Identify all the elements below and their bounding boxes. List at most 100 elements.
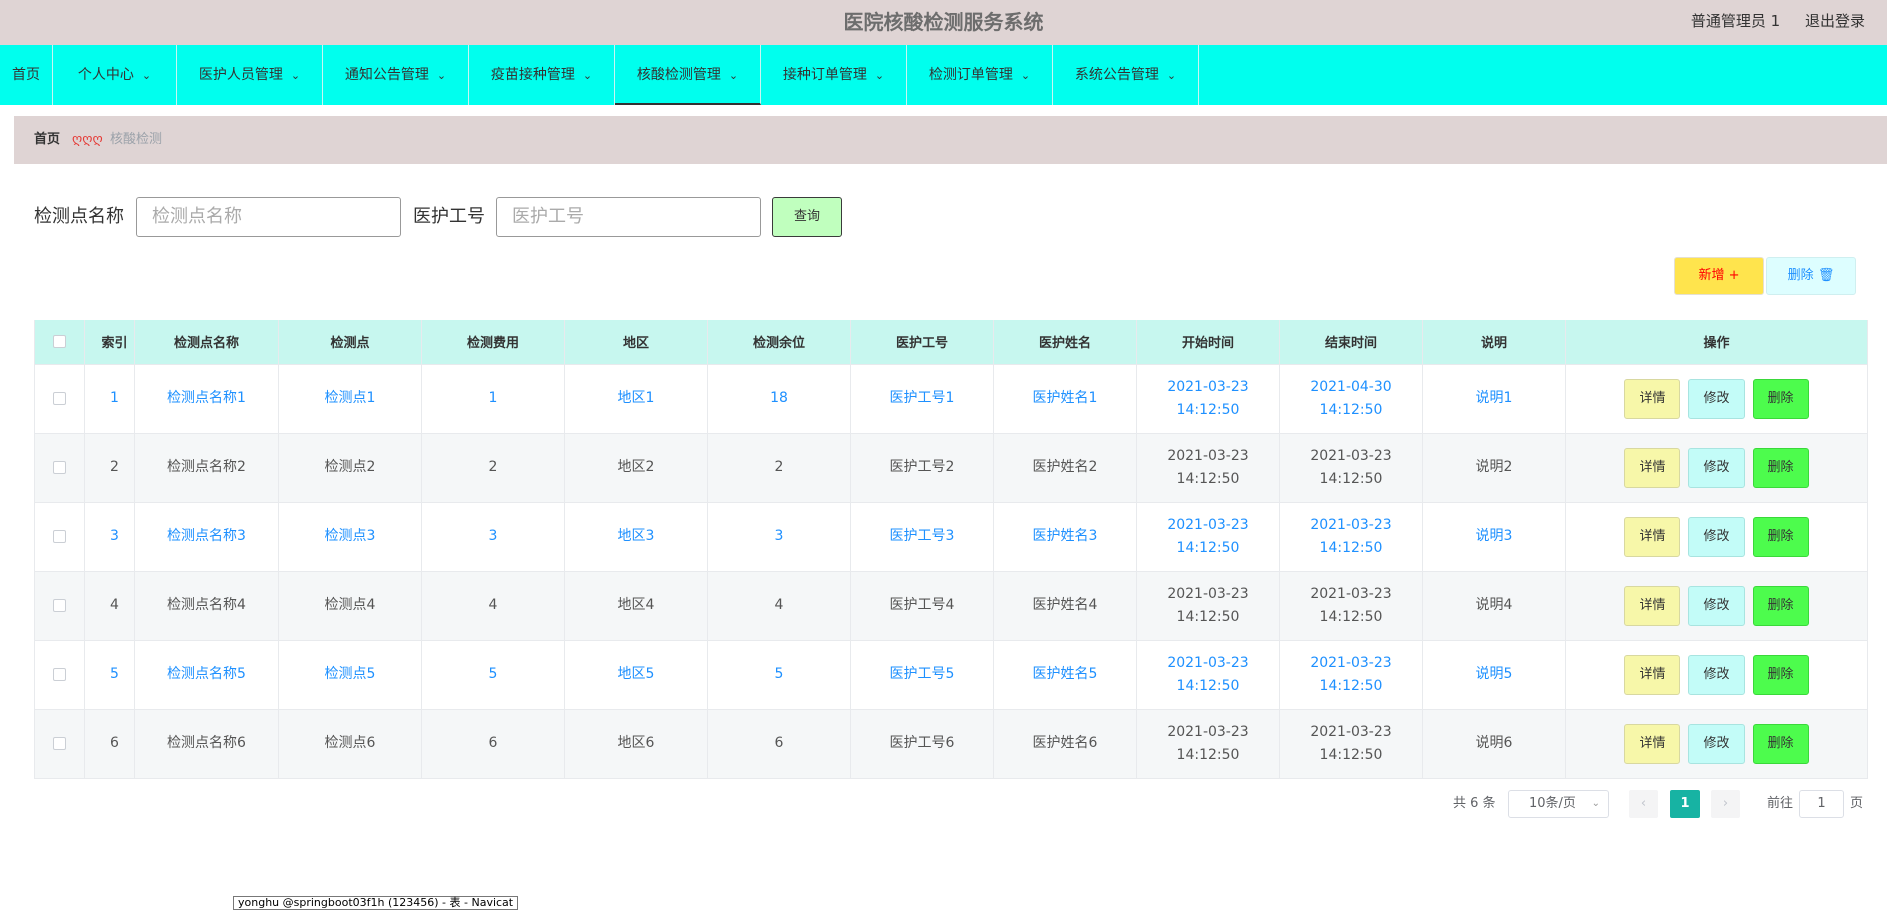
cell-staff-name: 医护姓名3 xyxy=(993,502,1137,572)
test-point-name-input[interactable]: 检测点名称 xyxy=(136,197,401,237)
delete-button[interactable]: 删除 xyxy=(1752,447,1809,488)
row-checkbox[interactable] xyxy=(34,433,85,503)
plus-icon: + xyxy=(1728,268,1740,283)
column-header: 操作 xyxy=(1565,320,1868,365)
column-header: 检测点 xyxy=(278,320,422,365)
chevron-left-icon: ‹ xyxy=(1640,796,1647,811)
cell-name: 检测点名称1 xyxy=(134,364,279,434)
checkbox-icon xyxy=(53,529,66,543)
table-row[interactable]: 4 检测点名称4 检测点4 4 地区4 4 医护工号4 医护姓名4 2021-03-23 14:… xyxy=(34,571,1868,641)
nav-item-system-notices[interactable]: 系统公告管理 ⌄ xyxy=(1053,45,1199,105)
nav-item-nucleic-test[interactable]: 核酸检测管理 ⌄ xyxy=(615,45,761,105)
row-checkbox[interactable] xyxy=(34,364,85,434)
prev-page-button[interactable]: ‹ xyxy=(1629,790,1658,818)
checkbox-icon xyxy=(53,460,66,474)
breadcrumb: 首页 ღღღ 核酸检测 xyxy=(14,116,1887,164)
row-checkbox[interactable] xyxy=(34,502,85,572)
row-checkbox[interactable] xyxy=(34,571,85,641)
table-row[interactable]: 5 检测点名称5 检测点5 5 地区5 5 医护工号5 医护姓名5 2021-03-23 14:… xyxy=(34,640,1868,710)
cell-staff-no: 医护工号4 xyxy=(850,571,994,641)
staff-number-label: 医护工号 xyxy=(413,206,485,227)
table-row[interactable]: 1 检测点名称1 检测点1 1 地区1 18 医护工号1 医护姓名1 2021-03-23 14… xyxy=(34,364,1868,434)
goto-page-input[interactable]: 1 xyxy=(1799,790,1844,818)
table-header-row: 索引 检测点名称 检测点 检测费用 地区 检测余位 医护工号 医护姓名 开始时间… xyxy=(34,320,1868,365)
edit-button[interactable]: 修改 xyxy=(1688,516,1745,557)
goto-unit-label: 页 xyxy=(1850,796,1864,811)
top-header: 医院核酸检测服务系统 普通管理员 1 退出登录 xyxy=(0,0,1887,45)
delete-button[interactable]: 删除 xyxy=(1752,723,1809,764)
cell-end: 2021-03-23 14:12:50 xyxy=(1279,571,1423,641)
cell-name: 检测点名称2 xyxy=(134,433,279,503)
next-page-button[interactable]: › xyxy=(1711,790,1740,818)
detail-button[interactable]: 详情 xyxy=(1624,447,1681,488)
cell-note: 说明1 xyxy=(1422,364,1566,434)
chevron-down-icon: ⌄ xyxy=(290,69,301,82)
cell-point: 检测点1 xyxy=(278,364,422,434)
chevron-down-icon: ⌄ xyxy=(141,69,152,82)
edit-button[interactable]: 修改 xyxy=(1688,723,1745,764)
delete-button[interactable]: 删除 xyxy=(1752,516,1809,557)
nav-item-medical-staff[interactable]: 医护人员管理 ⌄ xyxy=(177,45,323,105)
delete-button[interactable]: 删除 xyxy=(1752,654,1809,695)
edit-button[interactable]: 修改 xyxy=(1688,654,1745,695)
table-row[interactable]: 2 检测点名称2 检测点2 2 地区2 2 医护工号2 医护姓名2 2021-03-23 14:… xyxy=(34,433,1868,503)
cell-remaining: 4 xyxy=(707,571,851,641)
cell-actions: 详情 修改 删除 xyxy=(1565,502,1868,572)
cell-point: 检测点2 xyxy=(278,433,422,503)
taskbar-tooltip: yonghu @springboot03f1h (123456) - 表 - N… xyxy=(233,896,519,910)
query-button[interactable]: 查询 xyxy=(772,197,842,237)
detail-button[interactable]: 详情 xyxy=(1624,585,1681,626)
detail-button[interactable]: 详情 xyxy=(1624,516,1681,557)
table-row[interactable]: 3 检测点名称3 检测点3 3 地区3 3 医护工号3 医护姓名3 2021-03-23 14:… xyxy=(34,502,1868,572)
logout-link[interactable]: 退出登录 xyxy=(1805,12,1865,30)
edit-button[interactable]: 修改 xyxy=(1688,378,1745,419)
row-checkbox[interactable] xyxy=(34,709,85,779)
nav-item-personal-center[interactable]: 个人中心 ⌄ xyxy=(53,45,177,105)
cell-fee: 2 xyxy=(421,433,565,503)
cell-index: 5 xyxy=(84,640,135,710)
edit-button[interactable]: 修改 xyxy=(1688,447,1745,488)
delete-button[interactable]: 删除 xyxy=(1752,585,1809,626)
nav-item-vaccination-orders[interactable]: 接种订单管理 ⌄ xyxy=(761,45,907,105)
table-body: 1 检测点名称1 检测点1 1 地区1 18 医护工号1 医护姓名1 2021-03-23 14… xyxy=(34,364,1868,779)
cell-region: 地区5 xyxy=(564,640,708,710)
nav-item-notices[interactable]: 通知公告管理 ⌄ xyxy=(323,45,469,105)
row-checkbox[interactable] xyxy=(34,640,85,710)
cell-start: 2021-03-23 14:12:50 xyxy=(1136,502,1280,572)
column-header: 医护姓名 xyxy=(993,320,1137,365)
select-all-checkbox[interactable] xyxy=(34,320,85,365)
breadcrumb-home[interactable]: 首页 xyxy=(34,116,60,164)
nav-item-home[interactable]: 首页 xyxy=(0,45,53,105)
column-header: 检测费用 xyxy=(421,320,565,365)
cell-region: 地区6 xyxy=(564,709,708,779)
current-user[interactable]: 普通管理员 1 xyxy=(1691,12,1780,30)
cell-remaining: 18 xyxy=(707,364,851,434)
cell-staff-name: 医护姓名2 xyxy=(993,433,1137,503)
cell-name: 检测点名称3 xyxy=(134,502,279,572)
staff-number-input[interactable]: 医护工号 xyxy=(496,197,761,237)
nav-item-test-orders[interactable]: 检测订单管理 ⌄ xyxy=(907,45,1053,105)
batch-delete-button[interactable]: 删除 🗑 xyxy=(1766,257,1856,295)
cell-end: 2021-03-23 14:12:50 xyxy=(1279,640,1423,710)
delete-button[interactable]: 删除 xyxy=(1752,378,1809,419)
detail-button[interactable]: 详情 xyxy=(1624,723,1681,764)
table-row[interactable]: 6 检测点名称6 检测点6 6 地区6 6 医护工号6 医护姓名6 2021-03-23 14:… xyxy=(34,709,1868,779)
cell-actions: 详情 修改 删除 xyxy=(1565,571,1868,641)
cell-index: 3 xyxy=(84,502,135,572)
cell-actions: 详情 修改 删除 xyxy=(1565,364,1868,434)
chevron-down-icon: ⌄ xyxy=(874,69,885,82)
cell-index: 1 xyxy=(84,364,135,434)
detail-button[interactable]: 详情 xyxy=(1624,654,1681,695)
goto-label: 前往 xyxy=(1767,796,1794,811)
cell-start: 2021-03-23 14:12:50 xyxy=(1136,433,1280,503)
cell-start: 2021-03-23 14:12:50 xyxy=(1136,364,1280,434)
edit-button[interactable]: 修改 xyxy=(1688,585,1745,626)
page-size-select[interactable]: 10条/页 ⌄ xyxy=(1508,790,1609,818)
column-header: 检测余位 xyxy=(707,320,851,365)
page-number-current[interactable]: 1 xyxy=(1670,790,1700,818)
add-button[interactable]: 新增 + xyxy=(1674,257,1764,295)
cell-note: 说明2 xyxy=(1422,433,1566,503)
cell-point: 检测点4 xyxy=(278,571,422,641)
nav-item-vaccination[interactable]: 疫苗接种管理 ⌄ xyxy=(469,45,615,105)
detail-button[interactable]: 详情 xyxy=(1624,378,1681,419)
